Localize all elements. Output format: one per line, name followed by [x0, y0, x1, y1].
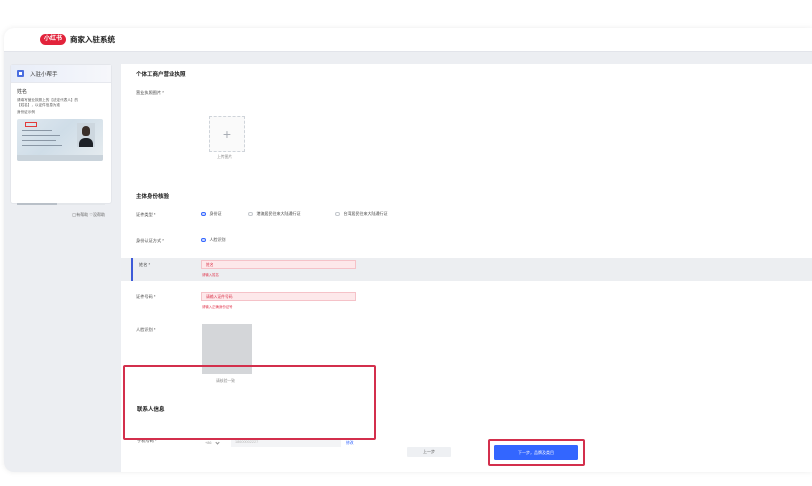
helper-feedback[interactable]: ◯有帮助 ♡没帮助 [72, 212, 105, 218]
license-label: 营业执照图片 * [136, 90, 164, 95]
id-card-name-highlight [25, 122, 37, 127]
next-button-highlight-box [488, 439, 585, 466]
name-label: 姓名 * [139, 262, 151, 267]
helper-scrollbar[interactable] [17, 203, 105, 205]
license-section-title: 个体工商户营业执照 [136, 72, 186, 78]
helper-panel: 入驻小帮手 姓名 请填写营业执照上的【法定代表人】的 【姓名】，以证件信息为准 … [10, 64, 112, 217]
upload-caption: 上传图片 [217, 155, 233, 159]
doc-type-hk-macau[interactable]: 港澳居民往来大陆通行证 [248, 211, 301, 217]
face-label: 人脸识别 * [136, 327, 156, 332]
chevron-down-icon [215, 439, 221, 445]
helper-title: 入驻小帮手 [30, 71, 58, 78]
top-bar: 小红书 商家入驻系统 [4, 28, 812, 52]
helper-icon [17, 70, 24, 77]
name-error: 请输入姓名 [202, 273, 219, 277]
helper-desc-line2: 【姓名】，以证件信息为准 [17, 103, 61, 107]
plus-icon: + [222, 126, 232, 142]
verify-method-label: 身份认证方式 * [136, 238, 164, 243]
helper-field-label: 姓名 [17, 89, 28, 95]
screen: 小红书 商家入驻系统 入驻小帮手 姓名 请填写营业执照上的【法定代表人】的 【姓… [0, 0, 812, 486]
id-card-sample-image [17, 119, 103, 161]
doc-type-id-card[interactable]: 身份证 [201, 211, 222, 217]
id-number-error: 请输入正确身份证号 [202, 305, 233, 309]
verify-face-recognition[interactable]: 人脸识别 [201, 237, 226, 243]
prev-step-button[interactable]: 上一步 [407, 447, 451, 457]
license-upload[interactable]: + [209, 116, 245, 152]
brand-logo: 小红书 [40, 34, 67, 45]
helper-sample-label: 身份证示例 [17, 110, 35, 114]
helper-body: 姓名 请填写营业执照上的【法定代表人】的 【姓名】，以证件信息为准 身份证示例 [11, 83, 111, 161]
doc-type-label: 证件类型 * [136, 212, 156, 217]
helper-header: 入驻小帮手 [11, 65, 111, 83]
id-card-portrait [77, 123, 95, 147]
id-number-label: 证件号码 * [136, 294, 156, 299]
modify-phone-link[interactable]: 修改 [346, 441, 354, 446]
app-title: 商家入驻系统 [70, 35, 116, 44]
contact-highlight-box [123, 365, 376, 440]
name-input[interactable]: 姓名 [201, 260, 356, 269]
doc-type-taiwan[interactable]: 台湾居民往来大陆通行证 [335, 211, 388, 217]
name-row-indicator [131, 258, 133, 281]
id-number-input[interactable]: 请输入证件号码 [201, 292, 356, 301]
identity-section-title: 主体身份核验 [136, 194, 170, 200]
